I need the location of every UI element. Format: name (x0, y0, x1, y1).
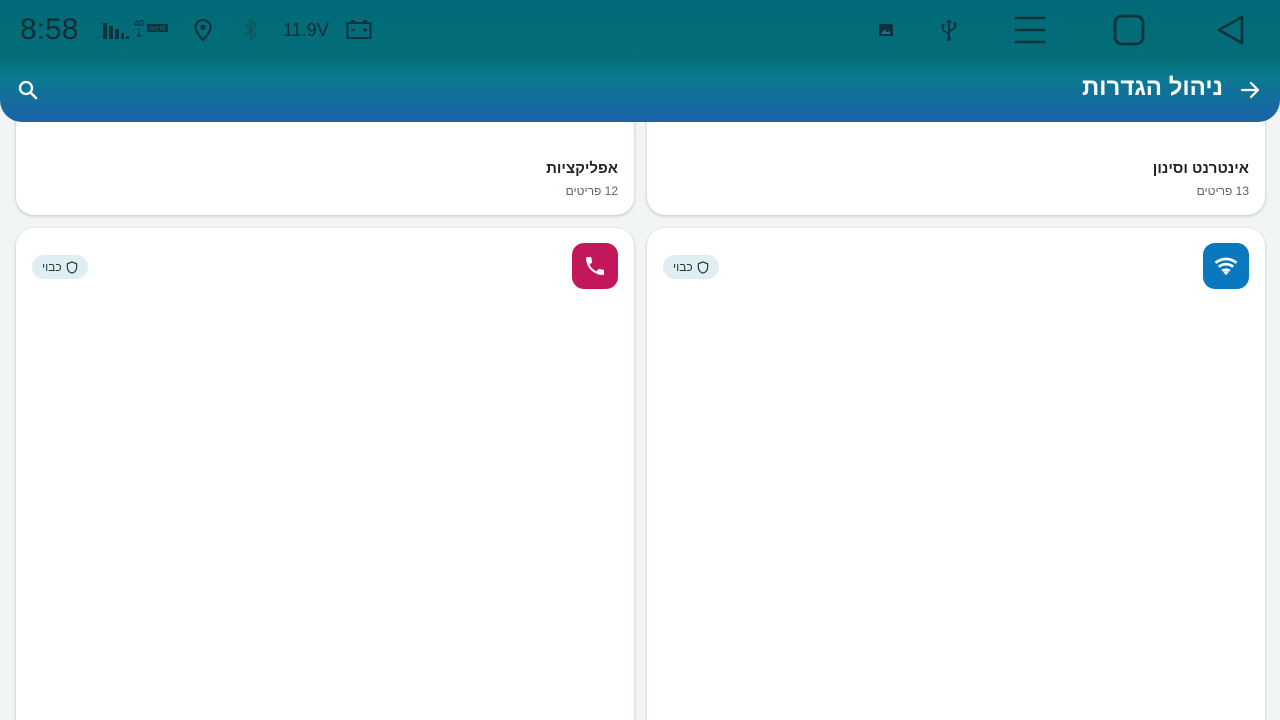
status-label: כבוי (673, 260, 693, 274)
category-card-wifi[interactable]: כבוי (647, 228, 1265, 720)
menu-icon[interactable] (1014, 0, 1046, 60)
page-title: ניהול הגדרות (1082, 74, 1223, 101)
status-label: כבוי (42, 260, 62, 274)
clock: 8:58 (20, 13, 79, 46)
shield-icon (66, 260, 77, 274)
home-icon[interactable] (1113, 0, 1145, 60)
phone-icon (572, 243, 618, 289)
status-chip: כבוי (32, 255, 88, 279)
category-count: 12 פריטים (565, 184, 618, 198)
location-icon (193, 0, 213, 60)
bluetooth-icon (242, 0, 260, 60)
arrow-forward-icon[interactable] (1238, 78, 1262, 102)
network-badge: VoLTE (149, 27, 167, 33)
image-icon (878, 0, 894, 60)
battery-icon (346, 0, 372, 60)
voltage-readout: 11.9V (283, 19, 329, 40)
screen: אינטרנט וסינון 13 פריטים אפליקציות 12 פר… (0, 0, 1280, 720)
category-title: אפליקציות (546, 160, 618, 177)
category-title: אינטרנט וסינון (1152, 160, 1249, 177)
usb-icon (938, 0, 960, 60)
status-chip: כבוי (663, 255, 719, 279)
status-bar: 8:58 4G VoLTE 11.9V (0, 0, 1280, 60)
category-count: 13 פריטים (1196, 184, 1249, 198)
app-bar: 8:58 4G VoLTE 11.9V ניהול הגדרות (0, 0, 1280, 122)
signal-icon: 4G VoLTE (103, 0, 169, 60)
network-type: 4G (134, 19, 145, 28)
category-card-phone[interactable]: כבוי (16, 228, 634, 720)
search-icon[interactable] (16, 78, 40, 102)
back-nav-icon[interactable] (1215, 0, 1245, 60)
wifi-icon (1203, 243, 1249, 289)
shield-icon (697, 260, 708, 274)
